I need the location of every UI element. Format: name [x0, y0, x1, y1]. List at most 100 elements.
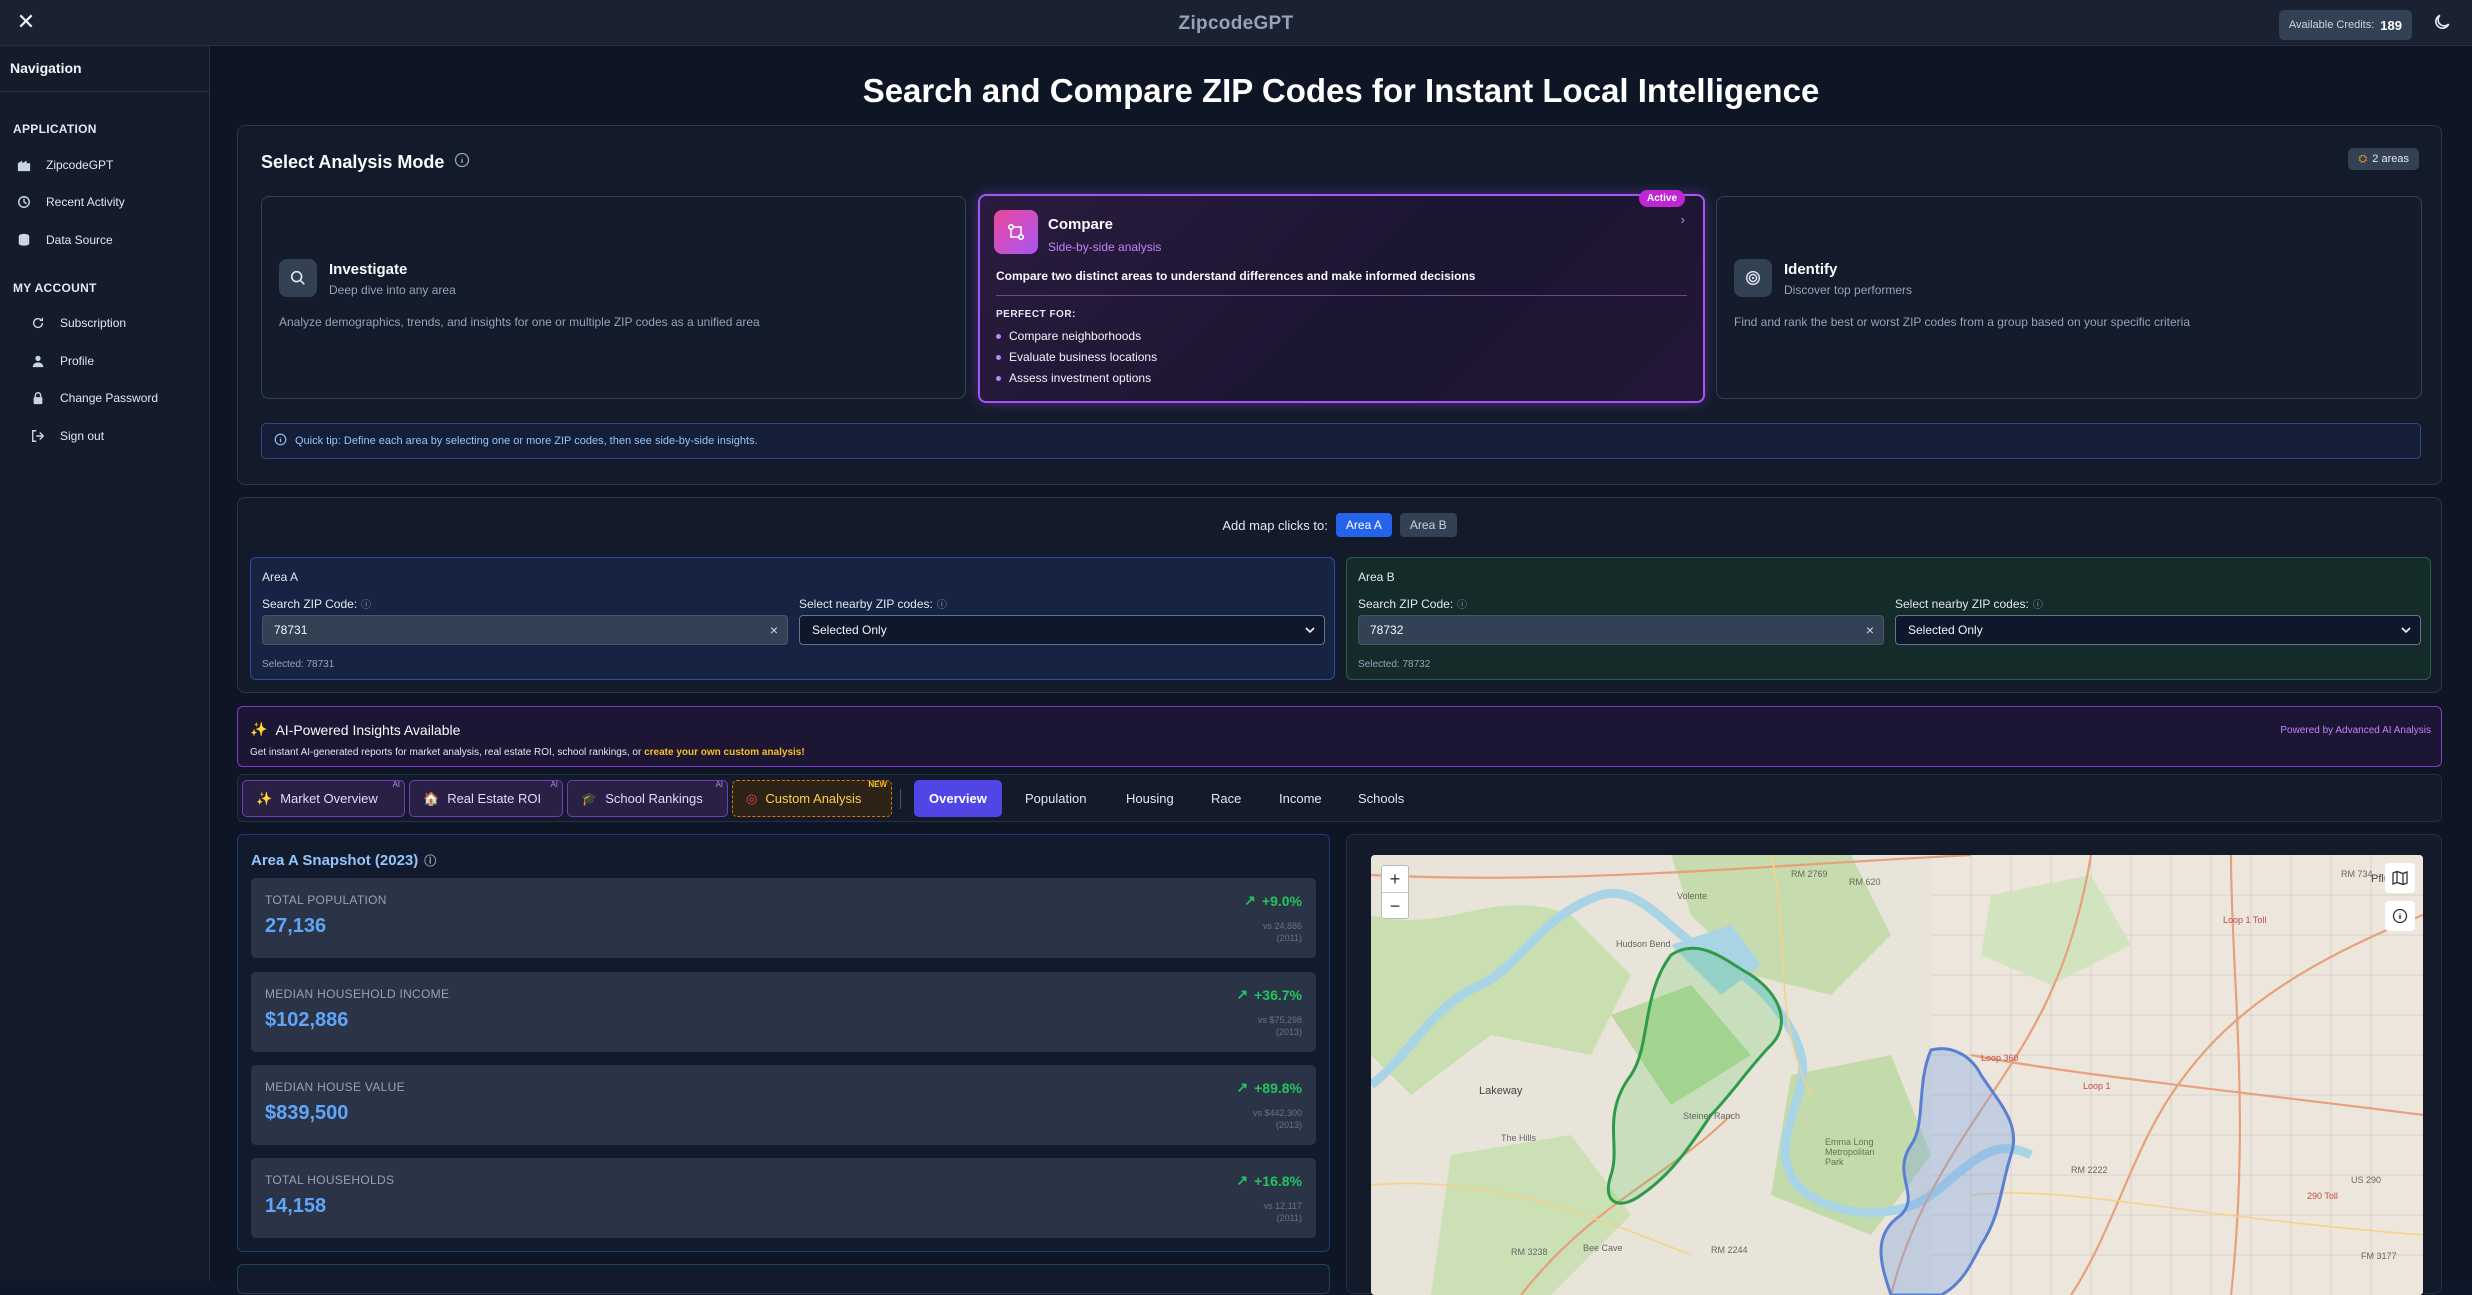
trend-up-icon: ↗ — [1236, 986, 1249, 1002]
map-label: RM 734 — [2341, 869, 2373, 879]
sidebar-item-label: Recent Activity — [46, 195, 125, 210]
map-label: Lakeway — [1479, 1085, 1523, 1097]
tab-real-estate-roi[interactable]: 🏠 Real Estate ROI AI — [409, 780, 563, 817]
zoom-in-button[interactable]: + — [1382, 866, 1408, 892]
custom-analysis-link[interactable]: create your own custom analysis! — [644, 747, 805, 758]
area-b-zip-input[interactable]: 78732 — [1358, 615, 1884, 645]
area-b-selected-note: Selected: 78732 — [1358, 659, 1431, 670]
map-label: 290 Toll — [2307, 1191, 2338, 1201]
metric-label: TOTAL HOUSEHOLDS — [265, 1173, 395, 1187]
metric-comparison: vs $442,300 (2013) — [1252, 1108, 1302, 1130]
info-icon[interactable] — [454, 152, 470, 173]
metric-card: TOTAL HOUSEHOLDS 14,158 ↗ +16.8% vs 12,11… — [251, 1158, 1316, 1238]
zoom-control: + − — [1381, 865, 1409, 919]
zip-label: Search ZIP Code: ⓘ — [1358, 596, 1468, 612]
metric-delta: ↗ +9.0% — [1244, 892, 1302, 909]
clear-icon[interactable]: × — [1860, 615, 1880, 645]
mode-subtitle: Discover top performers — [1784, 283, 1913, 297]
map-label: RM 2244 — [1711, 1245, 1748, 1255]
sidebar-item-sign-out[interactable]: Sign out — [0, 417, 209, 455]
sidebar-item-label: Sign out — [60, 428, 105, 443]
area-a-zip-input[interactable]: 78731 — [262, 615, 788, 645]
map-info-icon[interactable] — [2385, 901, 2415, 931]
metric-delta: ↗ +89.8% — [1236, 1079, 1302, 1096]
sidebar-item-label: Data Source — [46, 232, 113, 247]
sidebar-item-label: Profile — [60, 353, 95, 368]
dark-mode-toggle-icon[interactable] — [2432, 12, 2454, 34]
credits-value: 189 — [2380, 17, 2402, 33]
zip-label: Search ZIP Code: ⓘ — [262, 596, 372, 612]
nearby-label: Select nearby ZIP codes: ⓘ — [799, 596, 947, 612]
sidebar-item-zipcodegpt[interactable]: ZipcodeGPT — [0, 146, 209, 184]
credits-badge: Available Credits: 189 — [2278, 10, 2412, 40]
sidebar-section-application: APPLICATION — [13, 122, 97, 136]
map-label: Bee Cave — [1583, 1243, 1623, 1253]
refresh-icon — [30, 315, 46, 331]
areas-icon: ⛭ — [2358, 152, 2368, 165]
clear-icon[interactable]: × — [764, 615, 784, 645]
mode-description: Analyze demographics, trends, and insigh… — [279, 315, 760, 329]
sidebar-item-recent-activity[interactable]: Recent Activity — [0, 184, 209, 222]
mode-card-compare[interactable]: Active › Compare Side-by-side analysis C… — [978, 190, 1705, 403]
bullet-item: Compare neighborhoods — [996, 329, 1141, 343]
sparkle-icon: ✨ — [250, 721, 268, 737]
metric-comparison: vs 24,886 (2011) — [1262, 921, 1302, 943]
area-b-box: Area B Search ZIP Code: ⓘ 78732 × Select … — [1346, 557, 2431, 680]
credits-label: Available Credits: — [2288, 19, 2375, 31]
tab-population[interactable]: Population — [1010, 780, 1101, 817]
search-icon — [279, 259, 317, 297]
sparkle-icon: ✨ — [256, 790, 273, 806]
quick-tip: Quick tip: Define each area by selecting… — [261, 423, 2421, 459]
quick-tip-text: Quick tip: Define each area by selecting… — [295, 435, 758, 447]
metric-delta: ↗ +36.7% — [1236, 986, 1302, 1003]
area-a-pill[interactable]: Area A — [1335, 513, 1392, 537]
metric-comparison: vs 12,117 (2011) — [1263, 1201, 1302, 1223]
mode-card-identify[interactable]: Identify Discover top performers Find an… — [1716, 196, 2422, 399]
sidebar-item-profile[interactable]: Profile — [0, 342, 209, 380]
target-icon: ◎ — [746, 790, 758, 806]
tab-schools[interactable]: Schools — [1343, 780, 1419, 817]
tab-school-rankings[interactable]: 🎓 School Rankings AI — [567, 780, 728, 817]
info-icon[interactable]: ⓘ — [424, 852, 436, 869]
map-label: RM 3238 — [1511, 1247, 1548, 1257]
zip-map[interactable]: RM 2769 RM 620 Volente Hudson Bend Lakew… — [1371, 855, 2423, 1295]
map-label: Loop 1 Toll — [2223, 915, 2267, 925]
map-layers-icon[interactable] — [2385, 863, 2415, 893]
sidebar-item-label: Subscription — [60, 316, 127, 331]
mode-card-investigate[interactable]: Investigate Deep dive into any area Anal… — [261, 196, 966, 399]
areas-badge: ⛭ 2 areas — [2348, 148, 2419, 170]
chevron-down-icon — [1305, 627, 1315, 634]
ai-badge: AI — [550, 780, 558, 789]
area-a-box: Area A Search ZIP Code: ⓘ 78731 × Select … — [250, 557, 1335, 680]
tab-housing[interactable]: Housing — [1111, 780, 1189, 817]
area-b-pill[interactable]: Area B — [1399, 513, 1457, 537]
trend-up-icon: ↗ — [1244, 892, 1256, 908]
sidebar-item-label: Change Password — [60, 391, 159, 406]
analysis-mode-title-text: Select Analysis Mode — [261, 152, 445, 172]
mode-subtitle: Side-by-side analysis — [1048, 240, 1162, 254]
page-title: Search and Compare ZIP Codes for Instant… — [862, 72, 1820, 109]
zoom-out-button[interactable]: − — [1382, 892, 1408, 918]
map-click-label: Add map clicks to: — [1222, 517, 1328, 533]
analysis-mode-panel: Select Analysis Mode ⛭ 2 areas Investiga… — [237, 125, 2442, 485]
area-a-title: Area A — [262, 570, 299, 584]
tab-market-overview[interactable]: ✨ Market Overview AI — [242, 780, 405, 817]
map-label: US 290 — [2351, 1175, 2382, 1185]
tab-overview[interactable]: Overview — [914, 780, 1002, 817]
top-bar: ✕ ZipcodeGPT Available Credits: 189 — [0, 0, 2472, 46]
target-icon — [1734, 259, 1772, 297]
map-label: Emma Long Metropolitan Park — [1825, 1137, 1875, 1167]
area-a-nearby-select[interactable]: Selected Only — [799, 615, 1325, 645]
area-b-nearby-select[interactable]: Selected Only — [1895, 615, 2421, 645]
sidebar-item-subscription[interactable]: Subscription — [0, 305, 209, 343]
sidebar-item-change-password[interactable]: Change Password — [0, 380, 209, 418]
sidebar-item-data-source[interactable]: Data Source — [0, 221, 209, 259]
map-label: Loop 360 — [1981, 1053, 2019, 1063]
tab-income[interactable]: Income — [1264, 780, 1337, 817]
tab-custom-analysis[interactable]: ◎ Custom Analysis NEW — [732, 780, 892, 817]
metric-label: MEDIAN HOUSE VALUE — [265, 1080, 405, 1094]
tab-race[interactable]: Race — [1196, 780, 1256, 817]
ai-insights-banner: ✨ AI-Powered Insights Available Get inst… — [237, 706, 2442, 767]
map-panel: RM 2769 RM 620 Volente Hudson Bend Lakew… — [1346, 834, 2442, 1295]
snapshot-title: Area A Snapshot (2023) ⓘ — [251, 852, 437, 869]
